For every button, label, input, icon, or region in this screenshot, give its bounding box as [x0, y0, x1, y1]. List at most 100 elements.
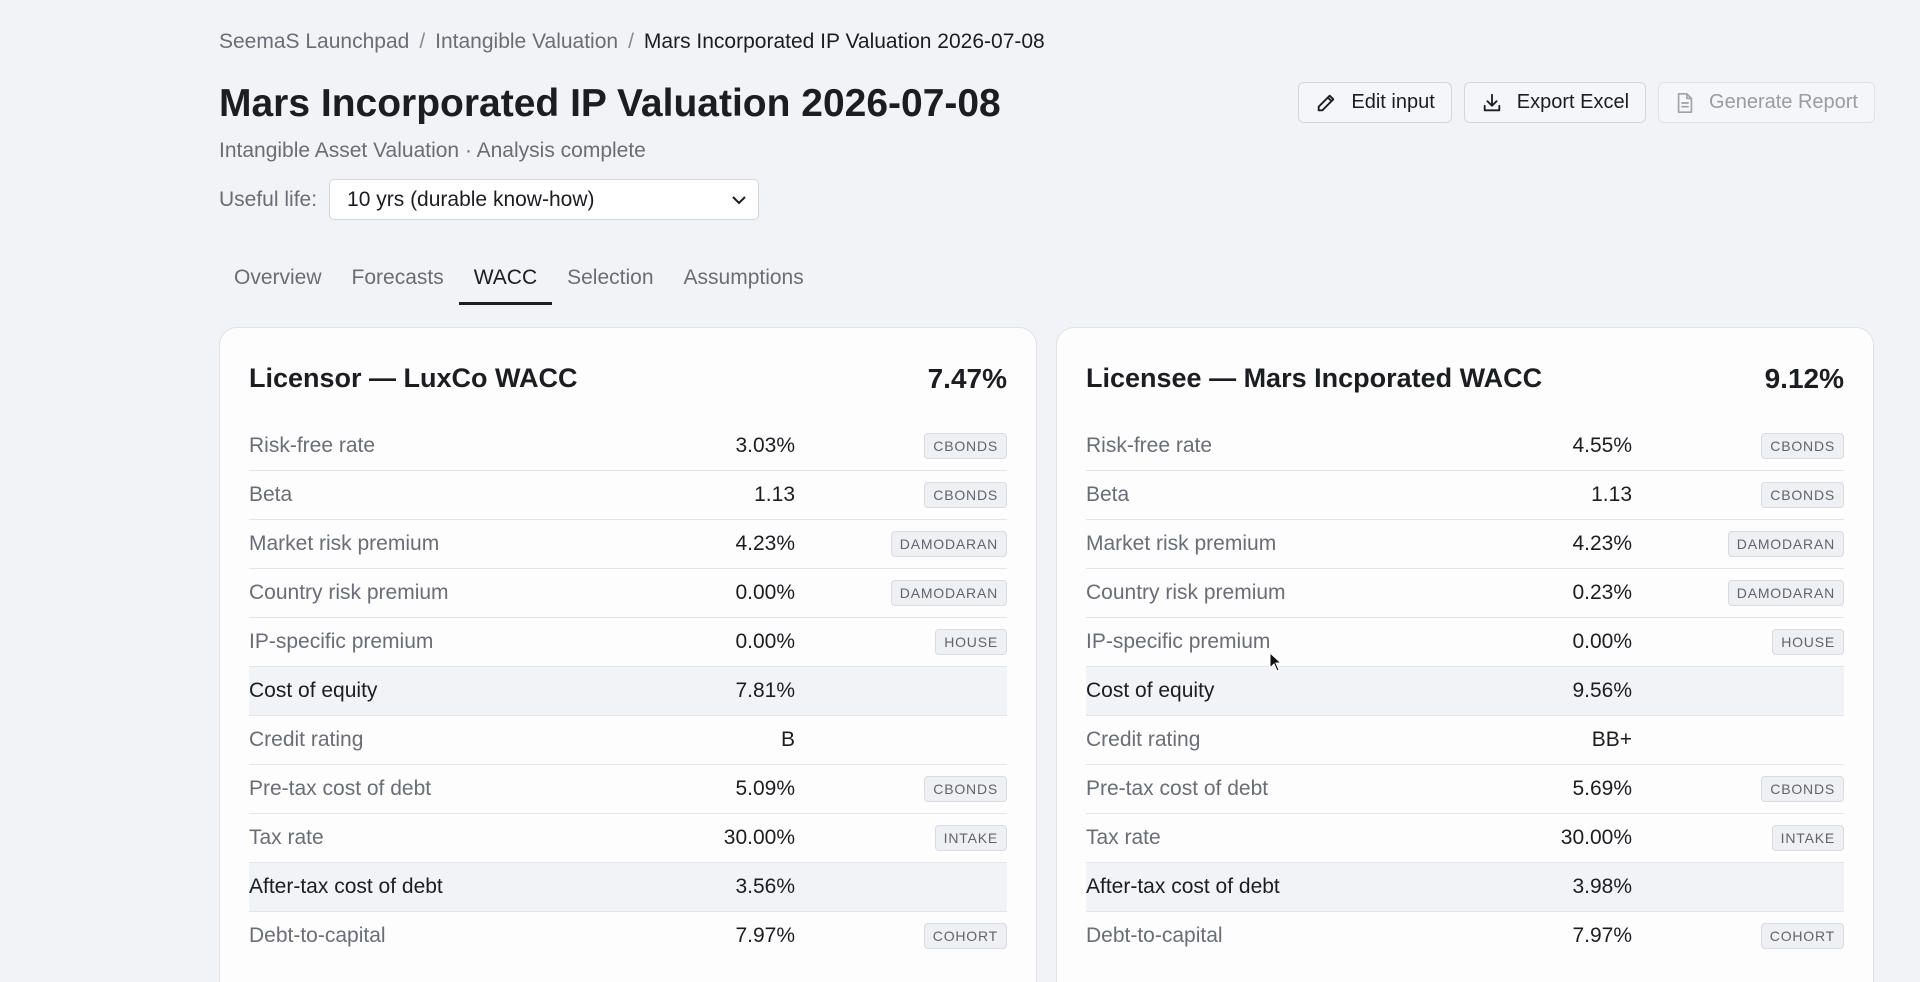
pencil-icon [1318, 94, 1335, 111]
breadcrumb-launchpad[interactable]: SeemaS Launchpad [219, 30, 409, 53]
tab-selection[interactable]: Selection [552, 258, 668, 305]
row-value: 1.13 [754, 483, 795, 506]
tab-wacc[interactable]: WACC [458, 258, 553, 305]
table-row: Country risk premium 0.23% DAMODARAN [1086, 568, 1844, 617]
useful-life-value: 10 yrs (durable know-how) [347, 187, 595, 211]
row-value: 4.23% [735, 532, 795, 555]
source-badge: DAMODARAN [1727, 580, 1844, 606]
row-label: Risk-free rate [249, 433, 376, 457]
row-value: 7.97% [1572, 924, 1632, 947]
table-row: Beta 1.13 CBONDS [1086, 470, 1844, 519]
tab-forecasts[interactable]: Forecasts [337, 258, 459, 305]
table-row: Beta 1.13 CBONDS [249, 470, 1007, 519]
row-source: DAMODARAN [1632, 580, 1844, 606]
row-value: 3.03% [735, 433, 795, 457]
row-value: 0.00% [735, 630, 795, 653]
row-value: 7.97% [735, 924, 795, 947]
row-label: IP-specific premium [249, 630, 434, 653]
breadcrumb-intangible-valuation[interactable]: Intangible Valuation [435, 30, 618, 53]
chevron-down-icon [732, 195, 746, 204]
row-source: INTAKE [1632, 825, 1844, 851]
wacc-rows: Risk-free rate 4.55% CBONDS Beta 1.13 CBONDS M… [1086, 421, 1844, 960]
breadcrumb-separator: / [419, 30, 426, 53]
table-row: Market risk premium 4.23% DAMODARAN [1086, 519, 1844, 568]
row-value: 4.23% [1572, 532, 1632, 555]
breadcrumb: SeemaS Launchpad / Intangible Valuation / Ma… [219, 30, 1045, 54]
source-badge: CBONDS [924, 432, 1007, 459]
row-label: Country risk premium [1086, 581, 1286, 604]
row-value: 30.00% [1560, 826, 1632, 849]
source-badge: HOUSE [935, 629, 1007, 655]
table-row: Pre-tax cost of debt 5.09% CBONDS [249, 764, 1007, 813]
edit-input-button[interactable]: Edit input [1298, 82, 1452, 123]
row-source: DAMODARAN [795, 531, 1007, 557]
tab-assumptions[interactable]: Assumptions [669, 258, 819, 305]
source-badge: COHORT [1760, 923, 1844, 949]
generate-report-label: Generate Report [1709, 91, 1858, 113]
header-actions: Edit input Export Excel Generate Report [1298, 82, 1875, 123]
card-header: Licensee — Mars Incporated WACC 9.12% [1086, 328, 1844, 421]
row-source: COHORT [1632, 923, 1844, 949]
export-excel-label: Export Excel [1516, 91, 1630, 113]
card-title: Licensor — LuxCo WACC [249, 363, 578, 393]
table-row: Risk-free rate 3.03% CBONDS [249, 421, 1007, 470]
page-subtitle: Intangible Asset Valuation · Analysis co… [219, 139, 646, 162]
wacc-rows: Risk-free rate 3.03% CBONDS Beta 1.13 CBONDS M… [249, 421, 1007, 960]
row-value: 4.55% [1572, 433, 1632, 457]
licensor-wacc-card: Licensor — LuxCo WACC 7.47% Risk-free ra… [219, 327, 1037, 982]
row-label: Cost of equity [249, 679, 378, 702]
row-label: Tax rate [1086, 826, 1161, 849]
table-row: After-tax cost of debt 3.98% [1086, 862, 1844, 911]
row-value: 0.00% [735, 581, 795, 604]
useful-life-label: Useful life: [219, 187, 318, 211]
page-title: Mars Incorporated IP Valuation 2026-07-0… [219, 82, 1001, 125]
table-row: Tax rate 30.00% INTAKE [249, 813, 1007, 862]
table-row: Cost of equity 7.81% [249, 666, 1007, 715]
source-badge: CBONDS [924, 776, 1007, 802]
tab-overview[interactable]: Overview [219, 258, 337, 305]
row-label: IP-specific premium [1086, 630, 1271, 653]
row-label: Market risk premium [1086, 532, 1277, 555]
row-label: Risk-free rate [1086, 433, 1213, 457]
row-value: 9.56% [1572, 679, 1632, 702]
row-value: B [780, 728, 795, 751]
row-value: 5.09% [735, 777, 795, 800]
row-label: Beta [1086, 483, 1130, 506]
row-source: CBONDS [1632, 482, 1844, 508]
source-badge: CBONDS [1761, 776, 1844, 802]
tab-bar: Overview Forecasts WACC Selection Assump… [219, 258, 819, 305]
table-row: Country risk premium 0.00% DAMODARAN [249, 568, 1007, 617]
source-badge: COHORT [923, 923, 1007, 949]
row-value: 7.81% [735, 679, 795, 702]
useful-life-control: Useful life: 10 yrs (durable know-how) [219, 179, 760, 220]
useful-life-select[interactable]: 10 yrs (durable know-how) [329, 179, 760, 220]
row-label: Tax rate [249, 826, 324, 849]
breadcrumb-current: Mars Incorporated IP Valuation 2026-07-0… [643, 30, 1045, 53]
row-label: Debt-to-capital [1086, 924, 1223, 947]
row-source: DAMODARAN [1632, 531, 1844, 557]
row-label: After-tax cost of debt [249, 875, 443, 898]
source-badge: CBONDS [924, 482, 1007, 508]
row-label: Market risk premium [249, 532, 440, 555]
row-value: BB+ [1591, 728, 1632, 751]
row-label: Pre-tax cost of debt [1086, 777, 1269, 800]
table-row: Cost of equity 9.56% [1086, 666, 1844, 715]
source-badge: INTAKE [1771, 825, 1844, 851]
row-value: 5.69% [1572, 777, 1632, 800]
row-label: Beta [249, 483, 293, 506]
table-row: Risk-free rate 4.55% CBONDS [1086, 421, 1844, 470]
source-badge: HOUSE [1772, 629, 1844, 655]
source-badge: INTAKE [934, 825, 1007, 851]
generate-report-button[interactable]: Generate Report [1658, 82, 1875, 123]
download-icon [1483, 93, 1500, 111]
export-excel-button[interactable]: Export Excel [1463, 82, 1647, 123]
row-source: HOUSE [1632, 629, 1844, 655]
source-badge: DAMODARAN [890, 531, 1007, 557]
document-icon [1677, 92, 1693, 113]
row-value: 0.23% [1572, 581, 1632, 604]
row-source: CBONDS [795, 432, 1007, 459]
table-row: After-tax cost of debt 3.56% [249, 862, 1007, 911]
row-value: 0.00% [1572, 630, 1632, 653]
wacc-value: 7.47% [927, 362, 1007, 394]
row-label: After-tax cost of debt [1086, 875, 1280, 898]
